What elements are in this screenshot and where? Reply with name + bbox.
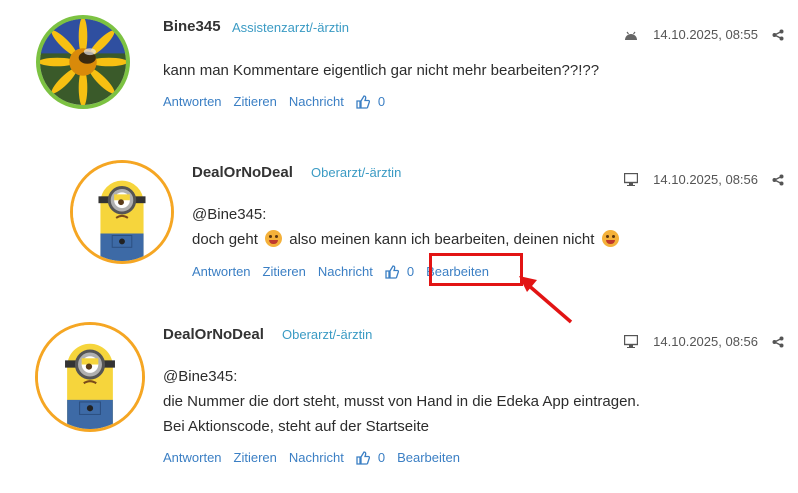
comment-text-segment: doch geht — [192, 231, 258, 248]
post-meta: 14.10.2025, 08:55 — [623, 27, 784, 42]
post-timestamp: 14.10.2025, 08:56 — [653, 334, 758, 349]
thumbs-up-icon — [356, 94, 370, 109]
like-count: 0 — [377, 94, 386, 109]
desktop-icon — [623, 335, 639, 349]
comment-line: @Bine345: — [192, 206, 267, 223]
quote-button[interactable]: Zitieren — [263, 264, 306, 279]
avatar[interactable] — [70, 160, 174, 264]
post-meta: 14.10.2025, 08:56 — [623, 172, 784, 187]
user-role: Assistenzarzt/-ärztin — [232, 20, 350, 35]
message-button[interactable]: Nachricht — [289, 94, 344, 109]
user-role: Oberarzt/-ärztin — [311, 165, 402, 180]
post-timestamp: 14.10.2025, 08:56 — [653, 172, 758, 187]
post-meta: 14.10.2025, 08:56 — [623, 334, 784, 349]
thumbs-up-icon — [385, 264, 399, 279]
grin-emoji-icon — [265, 230, 283, 247]
username[interactable]: DealOrNoDeal — [163, 326, 264, 343]
comment-text: @Bine345: doch geht also meinen kann ich… — [192, 202, 622, 252]
reply-button[interactable]: Antworten — [163, 94, 222, 109]
post-actions: Antworten Zitieren Nachricht 0 Bearbeite… — [163, 450, 472, 465]
message-button[interactable]: Nachricht — [289, 450, 344, 465]
like-count: 0 — [377, 450, 386, 465]
message-button[interactable]: Nachricht — [318, 264, 373, 279]
quote-button[interactable]: Zitieren — [234, 94, 277, 109]
comment-line: die Nummer die dort steht, musst von Han… — [163, 393, 640, 410]
flower-avatar-image — [40, 19, 126, 105]
comment-line: @Bine345: — [163, 368, 238, 385]
minion-avatar-image — [38, 325, 142, 429]
share-icon[interactable] — [772, 336, 784, 348]
username[interactable]: Bine345 — [163, 18, 221, 35]
share-icon[interactable] — [772, 174, 784, 186]
comment-line: doch geht also meinen kann ich bearbeite… — [192, 227, 622, 252]
share-icon[interactable] — [772, 29, 784, 41]
comment-text-segment: also meinen kann ich bearbeiten, deinen … — [289, 231, 595, 248]
like-button[interactable]: 0 — [385, 264, 414, 279]
comment-text: @Bine345: die Nummer die dort steht, mus… — [163, 364, 640, 439]
like-button[interactable]: 0 — [356, 450, 385, 465]
android-icon — [623, 28, 639, 42]
thumbs-up-icon — [356, 450, 370, 465]
comment-line: kann man Kommentare eigentlich gar nicht… — [163, 62, 600, 79]
comment-text: kann man Kommentare eigentlich gar nicht… — [163, 58, 599, 83]
reply-button[interactable]: Antworten — [163, 450, 222, 465]
avatar[interactable] — [36, 15, 130, 109]
user-role: Oberarzt/-ärztin — [282, 327, 373, 342]
like-count: 0 — [406, 264, 415, 279]
username[interactable]: DealOrNoDeal — [192, 164, 293, 181]
desktop-icon — [623, 173, 639, 187]
grin-emoji-icon — [601, 230, 619, 247]
avatar[interactable] — [35, 322, 145, 432]
minion-avatar-image — [73, 163, 171, 261]
post-actions: Antworten Zitieren Nachricht 0 — [163, 94, 397, 109]
comment-line: Bei Aktionscode, steht auf der Startseit… — [163, 418, 429, 435]
annotation-arrow-icon — [519, 276, 573, 324]
post-timestamp: 14.10.2025, 08:55 — [653, 27, 758, 42]
quote-button[interactable]: Zitieren — [234, 450, 277, 465]
like-button[interactable]: 0 — [356, 94, 385, 109]
reply-button[interactable]: Antworten — [192, 264, 251, 279]
edit-button[interactable]: Bearbeiten — [397, 450, 460, 465]
